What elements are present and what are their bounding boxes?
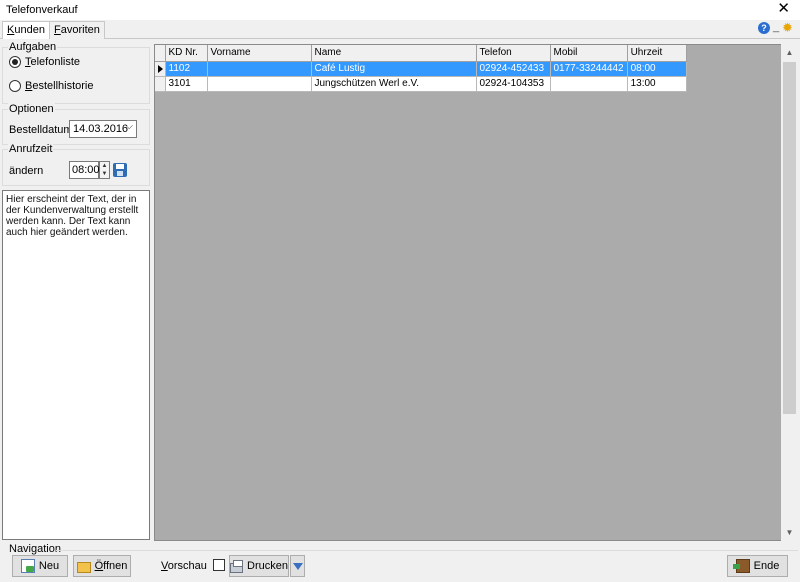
close-icon[interactable]: ✕ — [777, 1, 790, 17]
oeffnen-label: ffnen — [103, 560, 128, 572]
tab-kunden-label: unden — [14, 24, 45, 36]
navigation-bar: Navigation Neu Öffnen Vorschau Drucken E… — [0, 543, 800, 582]
scroll-thumb[interactable] — [783, 62, 796, 414]
chevron-down-icon[interactable]: ⌵ — [125, 121, 133, 132]
radio-telefonliste-label: elefonliste — [30, 56, 81, 68]
cell-kdnr[interactable]: 3101 — [165, 76, 208, 92]
oeffnen-accel: Ö — [94, 560, 104, 572]
vertical-scrollbar[interactable]: ▲ ▼ — [781, 44, 798, 541]
save-icon[interactable] — [113, 163, 127, 177]
aufgaben-title: Aufgaben — [8, 41, 58, 53]
aufgaben-group: Aufgaben Telefonliste Bestellhistorie — [2, 41, 150, 104]
neu-label: Neu — [38, 560, 60, 572]
vorschau-label: Vorschau — [161, 560, 207, 572]
cell-name[interactable]: Jungschützen Werl e.V. — [311, 76, 477, 92]
bestelldatum-label: Bestelldatum — [9, 124, 73, 136]
cell-name[interactable]: Café Lustig — [311, 61, 477, 77]
main-area: Aufgaben Telefonliste Bestellhistorie Op… — [0, 39, 800, 543]
bestelldatum-value: 14.03.2016 — [73, 123, 129, 135]
row-indicator — [155, 76, 166, 92]
time-stepper[interactable]: ▲ ▼ — [99, 161, 110, 179]
notes-textarea[interactable]: Hier erscheint der Text, der in der Kund… — [2, 190, 150, 540]
radio-bestellhistorie[interactable]: Bestellhistorie — [9, 80, 93, 92]
help-icon[interactable]: ? — [758, 22, 770, 34]
cell-uhrzeit[interactable]: 08:00 — [627, 61, 687, 77]
customer-grid: KD Nr. Vorname Name Telefon Mobil Uhrzei… — [154, 44, 797, 541]
drucken-button[interactable]: Drucken — [229, 555, 289, 577]
tab-strip: Kunden Favoriten ? _ ✹ — [0, 20, 800, 40]
vorschau-label-text: orschau — [167, 560, 207, 572]
time-input[interactable]: 08:00 — [69, 161, 100, 179]
scroll-down-icon[interactable]: ▼ — [781, 524, 798, 541]
table-row[interactable]: 3101 Jungschützen Werl e.V. 02924-104353… — [155, 76, 687, 92]
col-header-telefon[interactable]: Telefon — [476, 45, 551, 62]
anrufzeit-title: Anrufzeit — [8, 143, 54, 155]
row-indicator — [155, 61, 166, 77]
col-header-vorname[interactable]: Vorname — [207, 45, 312, 62]
cell-kdnr[interactable]: 1102 — [165, 61, 208, 77]
anrufzeit-group: Anrufzeit ändern 08:00 ▲ ▼ — [2, 143, 150, 186]
neu-button[interactable]: Neu — [12, 555, 68, 577]
col-header-kdnr[interactable]: KD Nr. — [165, 45, 208, 62]
vorschau-checkbox[interactable] — [213, 559, 225, 571]
cell-uhrzeit[interactable]: 13:00 — [627, 76, 687, 92]
col-header-mobil[interactable]: Mobil — [550, 45, 628, 62]
col-header-uhrzeit[interactable]: Uhrzeit — [627, 45, 687, 62]
radio-telefonliste-circle[interactable] — [9, 56, 21, 68]
exit-door-icon — [732, 559, 750, 573]
col-header-name[interactable]: Name — [311, 45, 477, 62]
drucken-dropdown-button[interactable] — [290, 555, 305, 577]
folder-icon — [76, 561, 91, 573]
cell-mobil[interactable]: 0177-33244442 — [550, 61, 628, 77]
cell-mobil[interactable] — [550, 76, 628, 92]
cell-telefon[interactable]: 02924-452433 — [476, 61, 551, 77]
customer-table: KD Nr. Vorname Name Telefon Mobil Uhrzei… — [155, 45, 687, 92]
drucken-label: Drucken — [247, 560, 288, 572]
radio-bestellhistorie-label: estellhistorie — [32, 80, 94, 92]
spin-down-icon[interactable]: ▼ — [100, 170, 109, 178]
navigation-title: Navigation — [9, 543, 61, 555]
radio-bestellhistorie-circle[interactable] — [9, 80, 21, 92]
title-bar: Telefonverkauf ✕ — [0, 0, 800, 20]
navigation-divider — [56, 550, 798, 551]
new-document-icon — [20, 559, 35, 573]
ende-label: Ende — [753, 560, 780, 572]
ende-button[interactable]: Ende — [727, 555, 788, 577]
tab-favoriten[interactable]: Favoriten — [49, 21, 105, 39]
chevron-down-icon — [293, 563, 303, 570]
table-row[interactable]: 1102 Café Lustig 02924-452433 0177-33244… — [155, 61, 687, 77]
aendern-label: ändern — [9, 165, 44, 177]
cell-vorname[interactable] — [207, 61, 312, 77]
row-pointer-icon — [158, 64, 163, 73]
optionen-group: Optionen Bestelldatum 14.03.2016 ⌵ — [2, 103, 150, 145]
vorschau-accel: V — [161, 560, 168, 572]
spin-up-icon[interactable]: ▲ — [100, 162, 109, 170]
cell-telefon[interactable]: 02924-104353 — [476, 76, 551, 92]
optionen-title: Optionen — [8, 103, 55, 115]
window-title: Telefonverkauf — [6, 4, 78, 16]
gear-icon[interactable]: ✹ — [782, 21, 793, 35]
scroll-up-icon[interactable]: ▲ — [781, 44, 798, 61]
grid-corner — [155, 45, 166, 62]
radio-telefonliste[interactable]: Telefonliste — [9, 56, 80, 68]
cell-vorname[interactable] — [207, 76, 312, 92]
tab-favoriten-label: avoriten — [60, 24, 100, 36]
tab-favoriten-accel: F — [54, 24, 61, 36]
bestelldatum-picker[interactable]: 14.03.2016 ⌵ — [69, 120, 137, 138]
printer-icon — [230, 559, 244, 573]
oeffnen-button[interactable]: Öffnen — [73, 555, 131, 577]
tab-kunden[interactable]: Kunden — [2, 21, 50, 40]
pin-icon[interactable]: _ — [773, 21, 779, 33]
